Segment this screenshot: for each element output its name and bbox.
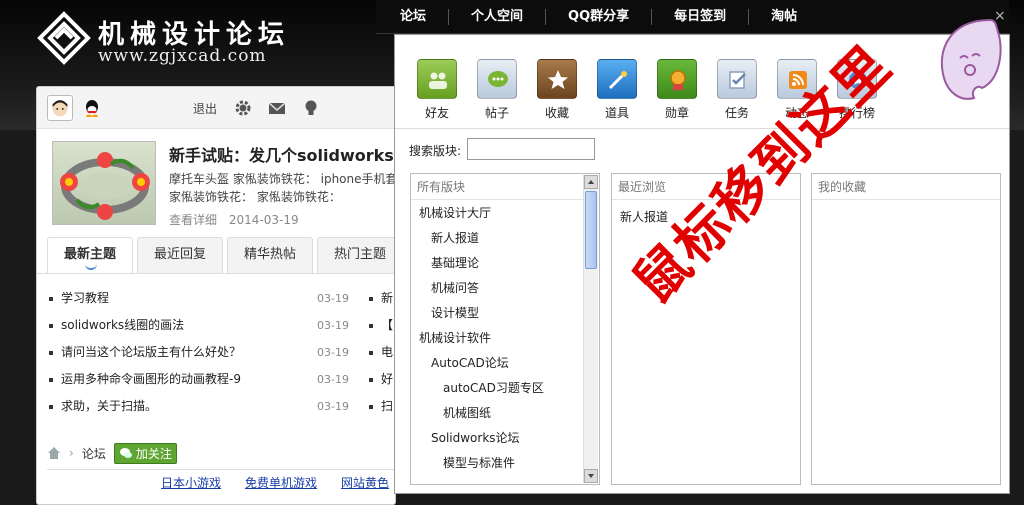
footer-link[interactable]: 日本小游戏: [161, 474, 221, 491]
list-item[interactable]: 好: [367, 366, 395, 393]
forum-item[interactable]: 模型与标准件: [411, 451, 583, 476]
mail-icon[interactable]: [267, 98, 287, 118]
quick-nav-posts[interactable]: 帖子: [467, 59, 527, 121]
thread-tabs: 最新主题 最近回复 精华热帖 热门主题: [47, 237, 395, 273]
user-face-icon: [52, 100, 68, 117]
list-item[interactable]: 扫: [367, 393, 395, 420]
thread-list-right: 新 【 电 好 扫: [367, 285, 395, 420]
post-thumbnail[interactable]: [52, 141, 156, 225]
quick-nav-favorites[interactable]: 收藏: [527, 59, 587, 121]
scroll-down-icon[interactable]: [584, 469, 598, 483]
list-item[interactable]: 运用多种命令画图形的动画教程-9 03-19: [47, 366, 357, 393]
list-item[interactable]: 请问当这个论坛版主有什么好处？ 03-19: [47, 339, 357, 366]
chevron-right-icon: ›: [69, 446, 74, 460]
forum-item[interactable]: 基础理论: [411, 251, 583, 276]
popup-divider: [395, 128, 1009, 129]
all-forums-panel: 所有版块 机械设计大厅 新人报道 基础理论 机械问答 设计模型 机械设计软件 A…: [410, 173, 600, 485]
follow-button[interactable]: 加关注: [113, 442, 177, 464]
forum-item[interactable]: 设计模型: [411, 301, 583, 326]
scroll-thumb[interactable]: [585, 191, 597, 269]
quick-nav-medals[interactable]: 勋章: [647, 59, 707, 121]
forum-list: 机械设计大厅 新人报道 基础理论 机械问答 设计模型 机械设计软件 AutoCA…: [411, 201, 583, 476]
logo-icon[interactable]: [36, 10, 92, 66]
nav-forum[interactable]: 论坛: [376, 9, 448, 25]
nav-daily-checkin[interactable]: 每日签到: [651, 8, 748, 25]
list-item[interactable]: 电: [367, 339, 395, 366]
list-item[interactable]: 求助，关于扫描。 03-19: [47, 393, 357, 420]
wand-icon: [597, 59, 637, 99]
nav-personal-space[interactable]: 个人空间: [448, 8, 545, 25]
gear-icon[interactable]: [233, 98, 253, 118]
chat-icon: [477, 59, 517, 99]
breadcrumb-forum[interactable]: 论坛: [82, 445, 106, 462]
forum-item[interactable]: 新人报道: [411, 226, 583, 251]
star-icon: [537, 59, 577, 99]
favorite-forums-header: 我的收藏: [812, 174, 1000, 200]
qq-icon[interactable]: [83, 99, 101, 117]
scroll-up-icon[interactable]: [584, 175, 598, 189]
tab-hot-topics[interactable]: 热门主题: [317, 237, 395, 273]
bulb-icon[interactable]: [301, 98, 321, 118]
featured-post-meta: 查看详细 2014-03-19: [169, 211, 299, 228]
forum-item[interactable]: 机械问答: [411, 276, 583, 301]
main-content: 退出 新手试贴：发几个solidworks做 摩托车头盔 家俬装饰铁花： iph…: [36, 86, 396, 505]
list-item[interactable]: 【: [367, 312, 395, 339]
list-item[interactable]: solidworks线圈的画法 03-19: [47, 312, 357, 339]
avatar[interactable]: [47, 95, 73, 121]
forum-item[interactable]: AutoCAD论坛: [411, 351, 583, 376]
list-item[interactable]: 新: [367, 285, 395, 312]
nav-qq-group-share[interactable]: QQ群分享: [545, 8, 651, 25]
task-icon: [717, 59, 757, 99]
forum-item[interactable]: 机械设计软件: [411, 326, 583, 351]
top-nav: 论坛 个人空间 QQ群分享 每日签到 淘帖: [376, 0, 1009, 34]
user-bar: 退出: [37, 87, 395, 129]
site-url: www.zgjxcad.com: [98, 46, 267, 66]
quick-nav-friends[interactable]: 好友: [407, 59, 467, 121]
forum-item[interactable]: autoCAD习题专区: [411, 376, 583, 401]
tab-featured-hot[interactable]: 精华热帖: [227, 237, 313, 273]
featured-post-excerpt-2: 家俬装饰铁花： 家俬装饰铁花：: [169, 190, 341, 204]
home-icon[interactable]: [47, 446, 61, 460]
wechat-icon: [119, 448, 132, 458]
featured-post-date: 2014-03-19: [228, 213, 299, 227]
friends-icon: [417, 59, 457, 99]
forum-search-label: 搜索版块:: [409, 144, 462, 158]
forum-item[interactable]: 机械图纸: [411, 401, 583, 426]
quick-nav-tasks[interactable]: 任务: [707, 59, 767, 121]
nav-taotie[interactable]: 淘帖: [748, 8, 819, 25]
ghost-mascot-icon: [940, 18, 1002, 100]
footer-link[interactable]: 网站黄色: [341, 474, 389, 491]
forum-item[interactable]: 机械设计大厅: [411, 201, 583, 226]
forum-list-scrollbar[interactable]: [583, 175, 598, 483]
featured-post-title[interactable]: 新手试贴：发几个solidworks做: [169, 142, 395, 166]
favorite-forums-panel: 我的收藏: [811, 173, 1001, 485]
view-detail-link[interactable]: 查看详细: [169, 213, 217, 227]
footer-links: 日本小游戏 免费单机游戏 网站黄色: [47, 469, 395, 491]
logout-link[interactable]: 退出: [193, 100, 217, 117]
ornament-image: [60, 152, 150, 220]
tab-divider: [37, 273, 395, 274]
medal-icon: [657, 59, 697, 99]
tab-recent-replies[interactable]: 最近回复: [137, 237, 223, 273]
breadcrumb: › 论坛 加关注: [47, 441, 177, 465]
thread-list: 学习教程 03-19 solidworks线圈的画法 03-19 请问当这个论坛版主…: [47, 285, 357, 420]
all-forums-header: 所有版块: [411, 174, 599, 200]
tab-latest-topics[interactable]: 最新主题: [47, 237, 133, 273]
forum-item[interactable]: Solidworks论坛: [411, 426, 583, 451]
forum-search-input[interactable]: [467, 138, 595, 160]
featured-post-excerpt-1: 摩托车头盔 家俬装饰铁花： iphone手机套: [169, 172, 396, 186]
quick-nav-tools[interactable]: 道具: [587, 59, 647, 121]
footer-link[interactable]: 免费单机游戏: [245, 474, 317, 491]
list-item[interactable]: 学习教程 03-19: [47, 285, 357, 312]
